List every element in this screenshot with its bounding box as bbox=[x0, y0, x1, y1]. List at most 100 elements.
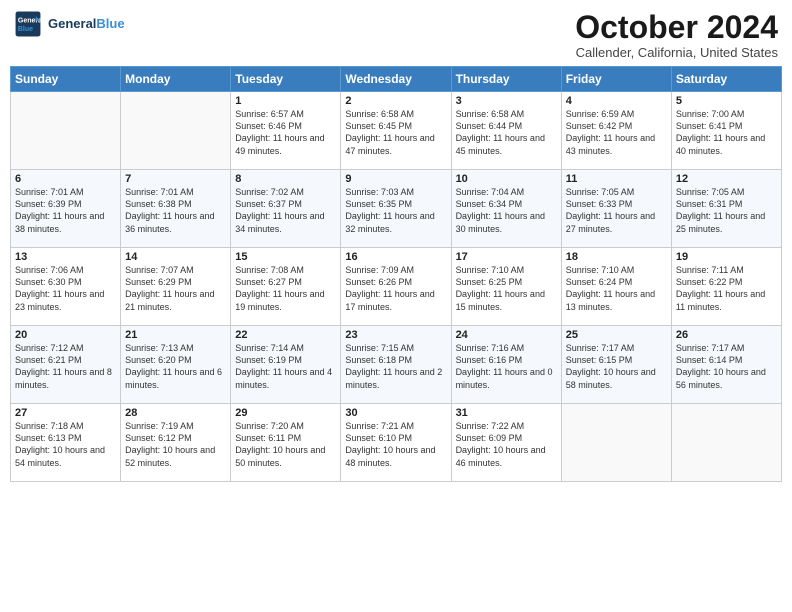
calendar-table: SundayMondayTuesdayWednesdayThursdayFrid… bbox=[10, 66, 782, 482]
day-info: Sunrise: 7:05 AM Sunset: 6:33 PM Dayligh… bbox=[566, 186, 667, 235]
day-info: Sunrise: 7:21 AM Sunset: 6:10 PM Dayligh… bbox=[345, 420, 446, 469]
calendar-cell: 22Sunrise: 7:14 AM Sunset: 6:19 PM Dayli… bbox=[231, 326, 341, 404]
calendar-cell: 8Sunrise: 7:02 AM Sunset: 6:37 PM Daylig… bbox=[231, 170, 341, 248]
day-header: Sunday bbox=[11, 67, 121, 92]
calendar-cell: 9Sunrise: 7:03 AM Sunset: 6:35 PM Daylig… bbox=[341, 170, 451, 248]
calendar-cell: 6Sunrise: 7:01 AM Sunset: 6:39 PM Daylig… bbox=[11, 170, 121, 248]
calendar-cell: 27Sunrise: 7:18 AM Sunset: 6:13 PM Dayli… bbox=[11, 404, 121, 482]
day-number: 1 bbox=[235, 95, 336, 107]
day-header: Saturday bbox=[671, 67, 781, 92]
day-number: 21 bbox=[125, 329, 226, 341]
day-header: Tuesday bbox=[231, 67, 341, 92]
calendar-cell: 11Sunrise: 7:05 AM Sunset: 6:33 PM Dayli… bbox=[561, 170, 671, 248]
calendar-week-row: 6Sunrise: 7:01 AM Sunset: 6:39 PM Daylig… bbox=[11, 170, 782, 248]
logo: General Blue GeneralBlue bbox=[14, 10, 125, 38]
day-info: Sunrise: 6:58 AM Sunset: 6:45 PM Dayligh… bbox=[345, 108, 446, 157]
day-number: 24 bbox=[456, 329, 557, 341]
calendar-header: SundayMondayTuesdayWednesdayThursdayFrid… bbox=[11, 67, 782, 92]
day-info: Sunrise: 7:20 AM Sunset: 6:11 PM Dayligh… bbox=[235, 420, 336, 469]
day-number: 25 bbox=[566, 329, 667, 341]
day-number: 3 bbox=[456, 95, 557, 107]
calendar-cell: 29Sunrise: 7:20 AM Sunset: 6:11 PM Dayli… bbox=[231, 404, 341, 482]
calendar-cell: 31Sunrise: 7:22 AM Sunset: 6:09 PM Dayli… bbox=[451, 404, 561, 482]
logo-text: GeneralBlue bbox=[48, 16, 125, 32]
page-header: General Blue GeneralBlue October 2024 Ca… bbox=[10, 10, 782, 60]
svg-text:General: General bbox=[18, 17, 42, 24]
calendar-cell: 18Sunrise: 7:10 AM Sunset: 6:24 PM Dayli… bbox=[561, 248, 671, 326]
day-info: Sunrise: 7:12 AM Sunset: 6:21 PM Dayligh… bbox=[15, 342, 116, 391]
day-number: 20 bbox=[15, 329, 116, 341]
calendar-cell bbox=[121, 92, 231, 170]
calendar-cell: 24Sunrise: 7:16 AM Sunset: 6:16 PM Dayli… bbox=[451, 326, 561, 404]
calendar-cell: 19Sunrise: 7:11 AM Sunset: 6:22 PM Dayli… bbox=[671, 248, 781, 326]
day-number: 5 bbox=[676, 95, 777, 107]
day-info: Sunrise: 7:10 AM Sunset: 6:25 PM Dayligh… bbox=[456, 264, 557, 313]
day-info: Sunrise: 7:05 AM Sunset: 6:31 PM Dayligh… bbox=[676, 186, 777, 235]
day-number: 13 bbox=[15, 251, 116, 263]
day-number: 26 bbox=[676, 329, 777, 341]
day-number: 11 bbox=[566, 173, 667, 185]
svg-text:Blue: Blue bbox=[18, 26, 33, 33]
calendar-cell bbox=[11, 92, 121, 170]
calendar-cell: 12Sunrise: 7:05 AM Sunset: 6:31 PM Dayli… bbox=[671, 170, 781, 248]
day-info: Sunrise: 7:14 AM Sunset: 6:19 PM Dayligh… bbox=[235, 342, 336, 391]
calendar-cell: 5Sunrise: 7:00 AM Sunset: 6:41 PM Daylig… bbox=[671, 92, 781, 170]
calendar-week-row: 1Sunrise: 6:57 AM Sunset: 6:46 PM Daylig… bbox=[11, 92, 782, 170]
calendar-cell: 4Sunrise: 6:59 AM Sunset: 6:42 PM Daylig… bbox=[561, 92, 671, 170]
day-info: Sunrise: 7:01 AM Sunset: 6:39 PM Dayligh… bbox=[15, 186, 116, 235]
calendar-cell: 25Sunrise: 7:17 AM Sunset: 6:15 PM Dayli… bbox=[561, 326, 671, 404]
day-number: 10 bbox=[456, 173, 557, 185]
day-info: Sunrise: 7:06 AM Sunset: 6:30 PM Dayligh… bbox=[15, 264, 116, 313]
day-number: 17 bbox=[456, 251, 557, 263]
day-info: Sunrise: 6:58 AM Sunset: 6:44 PM Dayligh… bbox=[456, 108, 557, 157]
calendar-cell: 2Sunrise: 6:58 AM Sunset: 6:45 PM Daylig… bbox=[341, 92, 451, 170]
day-number: 2 bbox=[345, 95, 446, 107]
day-info: Sunrise: 7:09 AM Sunset: 6:26 PM Dayligh… bbox=[345, 264, 446, 313]
day-info: Sunrise: 6:57 AM Sunset: 6:46 PM Dayligh… bbox=[235, 108, 336, 157]
day-info: Sunrise: 6:59 AM Sunset: 6:42 PM Dayligh… bbox=[566, 108, 667, 157]
calendar-cell: 13Sunrise: 7:06 AM Sunset: 6:30 PM Dayli… bbox=[11, 248, 121, 326]
logo-icon: General Blue bbox=[14, 10, 42, 38]
day-number: 28 bbox=[125, 407, 226, 419]
day-number: 23 bbox=[345, 329, 446, 341]
calendar-cell: 30Sunrise: 7:21 AM Sunset: 6:10 PM Dayli… bbox=[341, 404, 451, 482]
calendar-cell: 28Sunrise: 7:19 AM Sunset: 6:12 PM Dayli… bbox=[121, 404, 231, 482]
calendar-week-row: 13Sunrise: 7:06 AM Sunset: 6:30 PM Dayli… bbox=[11, 248, 782, 326]
day-info: Sunrise: 7:10 AM Sunset: 6:24 PM Dayligh… bbox=[566, 264, 667, 313]
day-number: 4 bbox=[566, 95, 667, 107]
day-info: Sunrise: 7:17 AM Sunset: 6:14 PM Dayligh… bbox=[676, 342, 777, 391]
calendar-cell bbox=[561, 404, 671, 482]
day-number: 7 bbox=[125, 173, 226, 185]
calendar-cell: 3Sunrise: 6:58 AM Sunset: 6:44 PM Daylig… bbox=[451, 92, 561, 170]
day-number: 8 bbox=[235, 173, 336, 185]
day-number: 15 bbox=[235, 251, 336, 263]
calendar-cell bbox=[671, 404, 781, 482]
day-number: 22 bbox=[235, 329, 336, 341]
day-header: Monday bbox=[121, 67, 231, 92]
header-row: SundayMondayTuesdayWednesdayThursdayFrid… bbox=[11, 67, 782, 92]
calendar-cell: 14Sunrise: 7:07 AM Sunset: 6:29 PM Dayli… bbox=[121, 248, 231, 326]
day-number: 12 bbox=[676, 173, 777, 185]
day-header: Wednesday bbox=[341, 67, 451, 92]
day-info: Sunrise: 7:08 AM Sunset: 6:27 PM Dayligh… bbox=[235, 264, 336, 313]
day-info: Sunrise: 7:07 AM Sunset: 6:29 PM Dayligh… bbox=[125, 264, 226, 313]
day-header: Friday bbox=[561, 67, 671, 92]
day-info: Sunrise: 7:18 AM Sunset: 6:13 PM Dayligh… bbox=[15, 420, 116, 469]
day-info: Sunrise: 7:01 AM Sunset: 6:38 PM Dayligh… bbox=[125, 186, 226, 235]
calendar-cell: 23Sunrise: 7:15 AM Sunset: 6:18 PM Dayli… bbox=[341, 326, 451, 404]
day-number: 9 bbox=[345, 173, 446, 185]
day-number: 29 bbox=[235, 407, 336, 419]
day-info: Sunrise: 7:17 AM Sunset: 6:15 PM Dayligh… bbox=[566, 342, 667, 391]
calendar-body: 1Sunrise: 6:57 AM Sunset: 6:46 PM Daylig… bbox=[11, 92, 782, 482]
day-info: Sunrise: 7:02 AM Sunset: 6:37 PM Dayligh… bbox=[235, 186, 336, 235]
day-info: Sunrise: 7:00 AM Sunset: 6:41 PM Dayligh… bbox=[676, 108, 777, 157]
calendar-week-row: 27Sunrise: 7:18 AM Sunset: 6:13 PM Dayli… bbox=[11, 404, 782, 482]
day-number: 30 bbox=[345, 407, 446, 419]
day-number: 31 bbox=[456, 407, 557, 419]
day-info: Sunrise: 7:16 AM Sunset: 6:16 PM Dayligh… bbox=[456, 342, 557, 391]
day-number: 6 bbox=[15, 173, 116, 185]
day-header: Thursday bbox=[451, 67, 561, 92]
calendar-cell: 1Sunrise: 6:57 AM Sunset: 6:46 PM Daylig… bbox=[231, 92, 341, 170]
day-info: Sunrise: 7:22 AM Sunset: 6:09 PM Dayligh… bbox=[456, 420, 557, 469]
month-title: October 2024 bbox=[575, 10, 778, 45]
